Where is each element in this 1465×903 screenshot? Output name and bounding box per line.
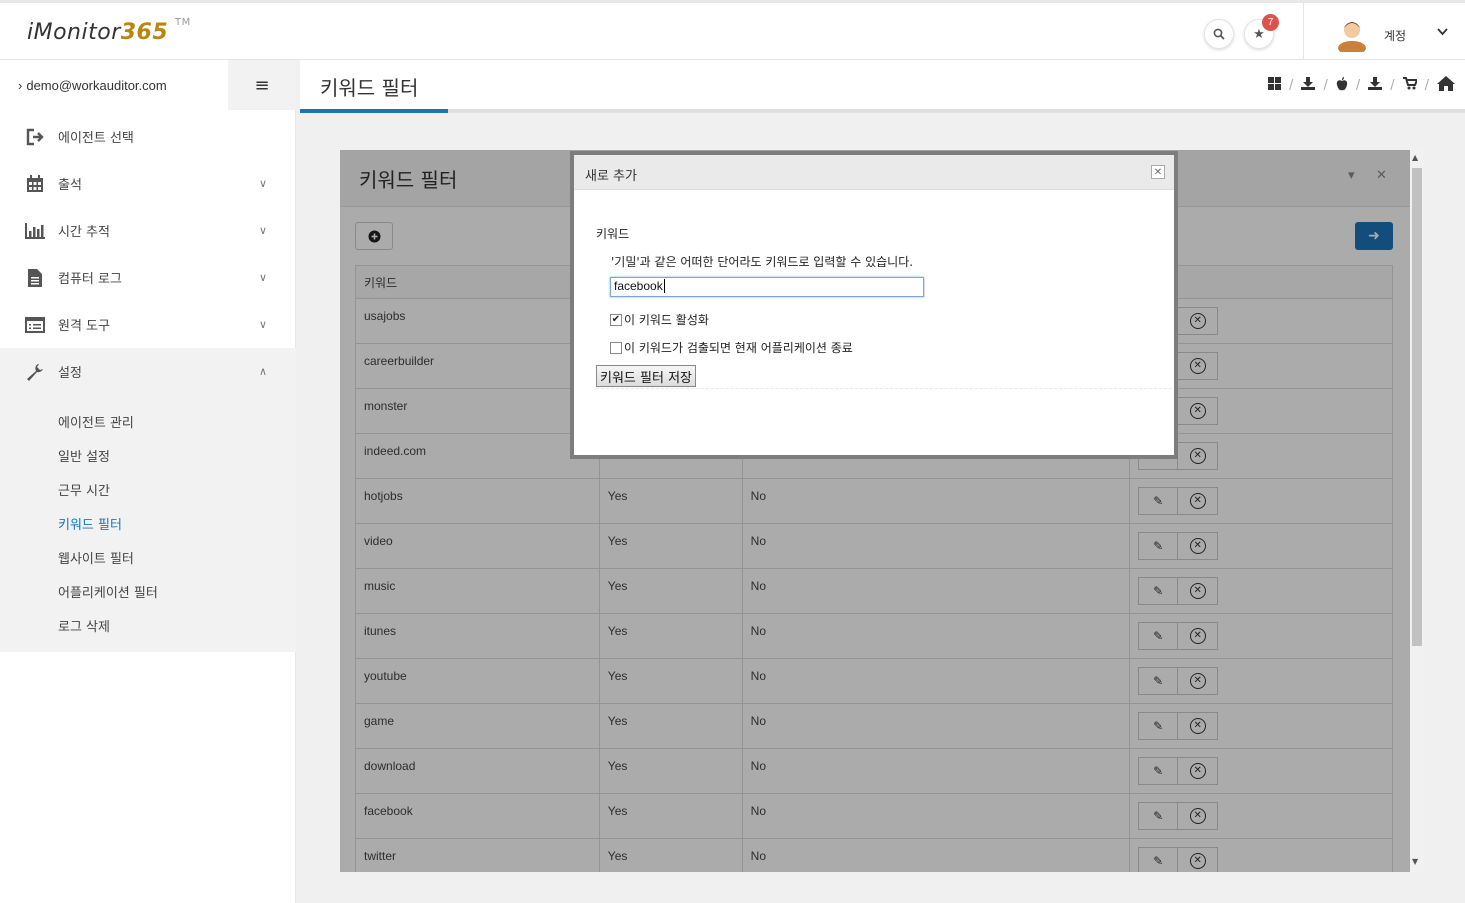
settings-submenu: 에이전트 관리 일반 설정 근무 시간 키워드 필터 웹사이트 필터 어플리케이…	[0, 394, 296, 652]
sidebar-item-label: 시간 추적	[58, 225, 110, 240]
dialog-close-button[interactable]: ✕	[1151, 165, 1165, 179]
close-app-checkbox[interactable]	[610, 341, 622, 354]
keyword-input[interactable]: facebook	[610, 277, 924, 297]
chevron-up-icon: ∧	[259, 365, 268, 378]
dialog-title: 새로 추가	[585, 169, 637, 184]
account-label[interactable]: 계정	[1384, 27, 1406, 44]
submenu-item-application-filter[interactable]: 어플리케이션 필터	[58, 582, 158, 601]
sidebar-item-computer-log[interactable]: 컴퓨터 로그 ∨	[0, 254, 296, 301]
breadcrumb-separator: /	[1424, 78, 1429, 93]
dialog-divider	[596, 388, 1172, 389]
file-icon	[25, 268, 45, 288]
user-email-row[interactable]: › demo@workauditor.com	[0, 60, 228, 110]
chevron-down-icon[interactable]	[1437, 25, 1448, 39]
sidebar-item-agent-select[interactable]: 에이전트 선택	[0, 113, 296, 160]
menu-toggle-button[interactable]: ≡	[228, 60, 296, 110]
scrollbar-thumb[interactable]	[1412, 168, 1422, 646]
breadcrumb-separator: /	[1390, 78, 1395, 93]
search-button[interactable]	[1204, 19, 1234, 49]
add-keyword-dialog: 새로 추가 ✕ 키워드 '기밀'과 같은 어떠한 단어라도 키워드로 입력할 수…	[570, 151, 1178, 459]
app-logo[interactable]: iMonitor365 TM	[27, 17, 190, 45]
apple-icon[interactable]	[1336, 76, 1348, 95]
cart-icon[interactable]	[1402, 77, 1419, 94]
close-icon: ✕	[1153, 166, 1163, 178]
submenu-item-agent-management[interactable]: 에이전트 관리	[58, 412, 134, 431]
star-icon: ★	[1253, 26, 1265, 42]
title-underline	[300, 109, 448, 113]
sign-out-icon	[25, 127, 45, 147]
scrollbar[interactable]: ▲ ▼	[1410, 150, 1424, 872]
enable-keyword-checkbox-row[interactable]: ✔ 이 키워드 활성화	[610, 311, 709, 328]
sidebar-item-attendance[interactable]: 출석 ∨	[0, 160, 296, 207]
notification-badge: 7	[1262, 14, 1279, 31]
wrench-icon	[25, 362, 45, 382]
scroll-down-icon[interactable]: ▼	[1412, 857, 1418, 866]
chevron-right-icon: ›	[18, 78, 23, 93]
hamburger-icon: ≡	[254, 74, 270, 96]
windows-icon[interactable]	[1268, 77, 1282, 94]
save-keyword-filter-button[interactable]: 키워드 필터 저장	[596, 365, 696, 387]
breadcrumb-separator: /	[1355, 78, 1361, 93]
chevron-down-icon: ∨	[259, 177, 268, 190]
chevron-down-icon: ∨	[259, 224, 268, 237]
close-app-label: 이 키워드가 검출되면 현재 어플리케이션 종료	[624, 341, 853, 355]
calendar-icon	[25, 174, 45, 194]
page-title-bar: 키워드 필터 / / / / /	[300, 60, 1465, 113]
sidebar-item-remote-tools[interactable]: 원격 도구 ∨	[0, 301, 296, 348]
submenu-item-keyword-filter[interactable]: 키워드 필터	[58, 514, 122, 533]
keyword-hint: '기밀'과 같은 어떠한 단어라도 키워드로 입력할 수 있습니다.	[611, 255, 914, 269]
breadcrumb: / / / / /	[1268, 76, 1455, 95]
bar-chart-icon	[25, 221, 45, 241]
home-icon[interactable]	[1437, 76, 1455, 95]
submenu-item-log-delete[interactable]: 로그 삭제	[58, 616, 110, 635]
keyword-label: 키워드	[596, 227, 630, 241]
submenu-item-work-hours[interactable]: 근무 시간	[58, 480, 110, 499]
breadcrumb-separator: /	[1289, 78, 1294, 93]
sidebar-item-label: 컴퓨터 로그	[58, 272, 122, 287]
avatar[interactable]	[1336, 16, 1368, 52]
favorites-button[interactable]: ★ 7	[1244, 14, 1279, 49]
chevron-down-icon: ∨	[259, 271, 268, 284]
download-icon[interactable]	[1301, 77, 1316, 94]
list-icon	[25, 315, 45, 335]
sidebar-item-label: 에이전트 선택	[58, 131, 134, 146]
close-app-checkbox-row[interactable]: 이 키워드가 검출되면 현재 어플리케이션 종료	[610, 339, 853, 356]
dialog-header: 새로 추가 ✕	[574, 155, 1174, 190]
sidebar: › demo@workauditor.com ≡ 에이전트 선택 출석 ∨ 시간 …	[0, 60, 296, 903]
enable-keyword-label: 이 키워드 활성화	[624, 313, 709, 327]
sidebar-item-label: 설정	[58, 366, 82, 381]
page-title: 키워드 필터	[320, 76, 419, 100]
user-email: demo@workauditor.com	[26, 78, 167, 93]
enable-keyword-checkbox[interactable]: ✔	[610, 313, 622, 326]
sidebar-item-label: 출석	[58, 178, 82, 193]
chevron-down-icon: ∨	[259, 318, 268, 331]
sidebar-item-time-tracking[interactable]: 시간 추적 ∨	[0, 207, 296, 254]
scroll-up-icon[interactable]: ▲	[1412, 153, 1418, 162]
sidebar-item-label: 원격 도구	[58, 319, 110, 334]
submenu-item-general-settings[interactable]: 일반 설정	[58, 446, 110, 465]
sidebar-item-settings[interactable]: 설정 ∧	[0, 348, 296, 395]
breadcrumb-separator: /	[1323, 78, 1328, 93]
download-icon[interactable]	[1368, 77, 1383, 94]
search-icon	[1213, 28, 1225, 40]
header-divider	[1303, 3, 1304, 63]
submenu-item-website-filter[interactable]: 웹사이트 필터	[58, 548, 134, 567]
top-header: iMonitor365 TM ★ 7 계정	[0, 0, 1465, 63]
